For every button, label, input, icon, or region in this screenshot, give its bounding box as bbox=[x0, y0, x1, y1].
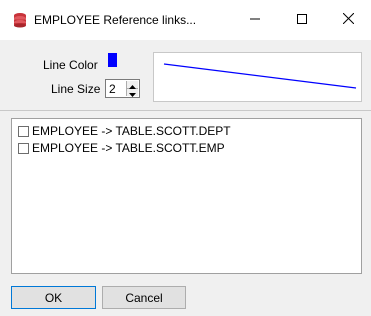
spinner-buttons bbox=[126, 81, 138, 97]
close-button[interactable] bbox=[325, 0, 371, 40]
close-icon bbox=[342, 12, 354, 27]
maximize-button[interactable] bbox=[279, 0, 325, 40]
window-title: EMPLOYEE Reference links... bbox=[34, 13, 197, 27]
list-item-label: EMPLOYEE -> TABLE.SCOTT.DEPT bbox=[32, 124, 231, 138]
line-preview bbox=[153, 52, 362, 102]
link-checkbox[interactable] bbox=[18, 142, 29, 154]
cancel-button[interactable]: Cancel bbox=[102, 286, 186, 309]
dialog-window: EMPLOYEE Reference links... Line Color L… bbox=[0, 0, 371, 316]
arrow-down-icon bbox=[129, 86, 136, 100]
spinner-down-button[interactable] bbox=[127, 89, 138, 97]
maximize-icon bbox=[297, 13, 307, 27]
minimize-button[interactable] bbox=[232, 0, 278, 40]
list-item[interactable]: EMPLOYEE -> TABLE.SCOTT.EMP bbox=[18, 140, 225, 156]
minimize-icon bbox=[250, 13, 260, 27]
line-size-spinner[interactable]: 2 bbox=[105, 79, 140, 98]
line-size-label: Line Size bbox=[51, 82, 101, 96]
line-color-label: Line Color bbox=[43, 58, 98, 72]
link-checkbox[interactable] bbox=[18, 125, 29, 137]
line-preview-canvas bbox=[163, 63, 357, 89]
reference-links-list[interactable]: EMPLOYEE -> TABLE.SCOTT.DEPT EMPLOYEE ->… bbox=[11, 118, 362, 274]
list-item-label: EMPLOYEE -> TABLE.SCOTT.EMP bbox=[32, 141, 225, 155]
preview-line bbox=[163, 63, 357, 89]
separator bbox=[0, 110, 371, 111]
ok-button[interactable]: OK bbox=[11, 286, 96, 309]
title-bar[interactable]: EMPLOYEE Reference links... bbox=[0, 0, 371, 40]
line-color-swatch[interactable] bbox=[108, 53, 117, 67]
list-item[interactable]: EMPLOYEE -> TABLE.SCOTT.DEPT bbox=[18, 123, 231, 139]
line-size-value[interactable]: 2 bbox=[109, 82, 116, 96]
database-stack-icon bbox=[12, 12, 28, 28]
